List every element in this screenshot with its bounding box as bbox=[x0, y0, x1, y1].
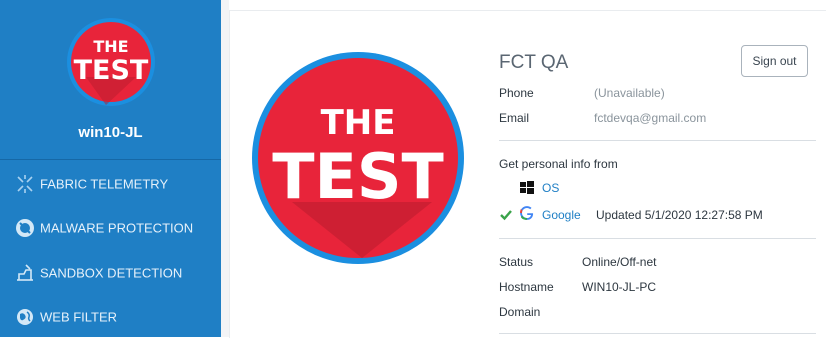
logo-line2: TEST bbox=[74, 55, 149, 86]
windows-icon bbox=[520, 181, 534, 195]
email-label: Email bbox=[499, 111, 530, 125]
email-value: fctdevqa@gmail.com bbox=[594, 111, 707, 125]
sidebar-item-label: MALWARE PROTECTION bbox=[40, 220, 194, 236]
logo-line1: THE bbox=[93, 37, 128, 56]
fabric-telemetry-icon bbox=[14, 173, 36, 195]
phone-value: (Unavailable) bbox=[594, 86, 665, 100]
sidebar-item-web-filter[interactable]: WEB FILTER bbox=[0, 295, 221, 339]
google-updated-text: Updated 5/1/2020 12:27:58 PM bbox=[596, 208, 763, 222]
sidebar-divider bbox=[0, 159, 221, 160]
user-name: FCT QA bbox=[499, 52, 569, 73]
sandbox-detection-icon bbox=[14, 262, 36, 284]
avatar-line2: TEST bbox=[272, 140, 444, 213]
sidebar-item-label: FABRIC TELEMETRY bbox=[40, 176, 169, 192]
hostname-label: Hostname bbox=[499, 280, 554, 294]
malware-protection-icon bbox=[14, 217, 36, 239]
domain-label: Domain bbox=[499, 305, 541, 319]
sidebar-item-label: SANDBOX DETECTION bbox=[40, 265, 183, 281]
the-test-avatar-icon: THE TEST bbox=[252, 52, 464, 264]
check-icon bbox=[499, 208, 513, 222]
sidebar-item-label: WEB FILTER bbox=[40, 309, 118, 325]
section-divider bbox=[499, 238, 816, 239]
status-label: Status bbox=[499, 255, 534, 269]
the-test-logo-icon: THE TEST bbox=[67, 18, 155, 106]
sidebar-item-fabric-telemetry[interactable]: FABRIC TELEMETRY bbox=[0, 162, 221, 206]
user-avatar: THE TEST bbox=[252, 52, 464, 264]
personal-info-label: Get personal info from bbox=[499, 157, 618, 171]
avatar-line1: THE bbox=[321, 103, 396, 143]
google-icon bbox=[519, 205, 535, 221]
phone-label: Phone bbox=[499, 86, 534, 100]
content-gutter bbox=[221, 0, 229, 337]
sign-out-button[interactable]: Sign out bbox=[741, 45, 808, 77]
source-os-link[interactable]: OS bbox=[542, 181, 559, 195]
section-divider bbox=[499, 140, 816, 141]
source-google-link[interactable]: Google bbox=[542, 208, 581, 222]
web-filter-icon bbox=[14, 306, 36, 328]
status-value: Online/Off-net bbox=[582, 255, 657, 269]
sidebar-item-malware-protection[interactable]: MALWARE PROTECTION bbox=[0, 206, 221, 250]
sidebar: THE TEST win10-JL FABRIC TELEMETRY MALWA… bbox=[0, 0, 221, 337]
sidebar-item-sandbox-detection[interactable]: SANDBOX DETECTION bbox=[0, 251, 221, 295]
section-divider bbox=[499, 333, 816, 334]
device-name: win10-JL bbox=[78, 124, 143, 141]
device-logo: THE TEST bbox=[66, 17, 156, 107]
hostname-value: WIN10-JL-PC bbox=[582, 280, 657, 294]
